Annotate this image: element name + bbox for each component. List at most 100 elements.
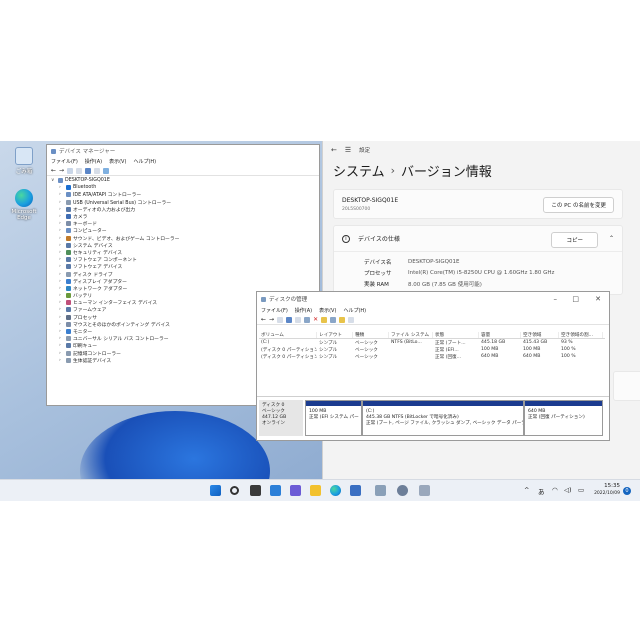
menu-action[interactable]: 操作(A)	[295, 307, 312, 314]
chevron-right-icon[interactable]: ›	[59, 257, 64, 262]
table-row[interactable]: (ディスク 0 パーティション... シンプル ベーシック 正常 (EFI... 100…	[259, 346, 605, 353]
tree-item[interactable]: › ソフトウェア コンポーネント	[59, 256, 315, 263]
chevron-right-icon[interactable]: ›	[59, 200, 64, 205]
menu-help[interactable]: ヘルプ(H)	[343, 307, 366, 314]
disk-icon[interactable]	[295, 316, 302, 323]
store-icon[interactable]	[350, 485, 361, 496]
minimize-icon[interactable]: –	[554, 295, 558, 303]
task-view-icon[interactable]	[250, 485, 261, 496]
back-icon[interactable]: ←	[261, 316, 266, 323]
tree-item[interactable]: › IDE ATA/ATAPI コントローラー	[59, 191, 315, 198]
clock[interactable]: 15:35 2022/10/09	[594, 483, 620, 497]
table-row[interactable]: (C:) シンプル ベーシック NTFS (BitLo... 正常 (ブート... 445…	[259, 339, 605, 346]
table-row[interactable]: (ディスク 0 パーティション... シンプル ベーシック 正常 (回復... 640 …	[259, 353, 605, 360]
tree-item[interactable]: › USB (Universal Serial Bus) コントローラー	[59, 199, 315, 206]
widgets-icon[interactable]	[270, 485, 281, 496]
maximize-icon[interactable]: □	[572, 295, 579, 303]
chat-icon[interactable]	[290, 485, 301, 496]
tree-item[interactable]: › ソフトウェア デバイス	[59, 263, 315, 270]
column-header[interactable]: ファイル システム	[389, 332, 433, 338]
tree-item[interactable]: › コンピューター	[59, 227, 315, 234]
tree-item[interactable]: › システム デバイス	[59, 242, 315, 249]
edge-icon[interactable]	[330, 485, 341, 496]
chevron-right-icon[interactable]: ›	[59, 343, 64, 348]
tree-item[interactable]: › セキュリティ デバイス	[59, 249, 315, 256]
tree-item[interactable]: › ディスク ドライブ	[59, 270, 315, 278]
chevron-right-icon[interactable]: ›	[59, 228, 64, 233]
scan-icon[interactable]	[94, 167, 101, 174]
search-icon[interactable]	[330, 316, 337, 323]
tree-item[interactable]: › オーディオの入力および出力	[59, 206, 315, 213]
battery-icon[interactable]: ▭	[578, 486, 584, 494]
column-header[interactable]: 容量	[479, 332, 521, 338]
chevron-right-icon[interactable]: ›	[59, 329, 64, 334]
tree-item[interactable]: › ディスプレイ アダプター	[59, 278, 315, 285]
chevron-right-icon[interactable]: ›	[59, 243, 64, 248]
tree-root[interactable]: ∨ DESKTOP-SIGQ01E	[51, 177, 315, 184]
help-icon[interactable]	[85, 167, 92, 174]
chevron-right-icon[interactable]: ›	[59, 250, 64, 255]
column-header[interactable]: 空き領域	[521, 332, 559, 338]
file-explorer-icon[interactable]	[310, 485, 321, 496]
properties-icon[interactable]	[67, 167, 74, 174]
copy-button[interactable]: コピー	[551, 232, 598, 248]
volume-list-icon[interactable]	[277, 316, 284, 323]
properties-icon[interactable]	[339, 316, 346, 323]
related-card[interactable]	[613, 371, 640, 401]
back-icon[interactable]: ←	[51, 167, 56, 174]
partition-efi[interactable]: 100 MB 正常 (EFI システム パー	[305, 400, 362, 436]
settings-taskbar-icon[interactable]	[397, 485, 408, 496]
chevron-up-icon[interactable]: ⌃	[609, 235, 614, 242]
ime-indicator[interactable]: あ	[538, 486, 545, 496]
volume-icon[interactable]: ◁)	[564, 486, 572, 494]
chevron-right-icon[interactable]: ›	[59, 307, 64, 312]
chevron-right-icon[interactable]: ›	[59, 214, 64, 219]
chevron-right-icon[interactable]: ›	[59, 358, 64, 363]
chevron-right-icon[interactable]: ›	[59, 192, 64, 197]
chevron-right-icon[interactable]: ›	[59, 286, 64, 291]
settings-icon[interactable]	[304, 316, 311, 323]
folder-icon[interactable]	[321, 316, 328, 323]
chevron-right-icon[interactable]: ›	[59, 351, 64, 356]
delete-icon[interactable]: ✕	[313, 316, 318, 323]
chevron-right-icon[interactable]: ›	[59, 322, 64, 327]
tree-item[interactable]: › サウンド、ビデオ、およびゲーム コントローラー	[59, 235, 315, 242]
tree-item[interactable]: › キーボード	[59, 220, 315, 227]
chevron-right-icon[interactable]: ›	[59, 207, 64, 212]
network-icon[interactable]: ◠	[552, 486, 558, 494]
column-header[interactable]: ボリューム	[259, 332, 317, 338]
chevron-right-icon[interactable]: ›	[59, 315, 64, 320]
chevron-right-icon[interactable]: ›	[59, 185, 64, 190]
chevron-right-icon[interactable]: ›	[59, 279, 64, 284]
partition-recovery[interactable]: 640 MB 正常 (回復 パーティション)	[524, 400, 603, 436]
menu-view[interactable]: 表示(V)	[109, 158, 126, 165]
chevron-right-icon[interactable]: ›	[59, 264, 64, 269]
column-header[interactable]: 空き領域の割...	[559, 332, 603, 338]
help-icon[interactable]	[286, 316, 293, 323]
tree-item[interactable]: › カメラ	[59, 213, 315, 220]
chevron-right-icon[interactable]: ›	[59, 336, 64, 341]
chevron-right-icon[interactable]: ›	[59, 236, 64, 241]
forward-icon[interactable]: →	[269, 316, 274, 323]
desktop-icon-edge[interactable]: Microsoft Edge	[4, 189, 44, 221]
menu-file[interactable]: ファイル(F)	[261, 307, 288, 314]
chevron-right-icon[interactable]: ›	[59, 300, 64, 305]
view-icon[interactable]	[76, 167, 83, 174]
partition-c[interactable]: (C:) 445.38 GB NTFS (BitLocker で暗号化済み) 正…	[362, 400, 524, 436]
tray-overflow-icon[interactable]: ^	[524, 486, 529, 494]
chevron-right-icon[interactable]: ›	[59, 221, 64, 226]
back-arrow-icon[interactable]: ←	[331, 146, 337, 154]
disk-management-taskbar-icon[interactable]	[419, 485, 430, 496]
menu-file[interactable]: ファイル(F)	[51, 158, 78, 165]
display-icon[interactable]	[103, 167, 110, 174]
forward-icon[interactable]: →	[59, 167, 64, 174]
rename-pc-button[interactable]: この PC の名前を変更	[543, 197, 614, 213]
column-header[interactable]: レイアウト	[317, 332, 353, 338]
column-header[interactable]: 状態	[433, 332, 479, 338]
chevron-down-icon[interactable]: ∨	[51, 178, 56, 183]
device-manager-taskbar-icon[interactable]	[375, 485, 386, 496]
search-icon[interactable]	[230, 486, 239, 495]
menu-view[interactable]: 表示(V)	[319, 307, 336, 314]
chevron-right-icon[interactable]: ›	[59, 272, 64, 277]
hamburger-icon[interactable]: ☰	[345, 146, 351, 154]
